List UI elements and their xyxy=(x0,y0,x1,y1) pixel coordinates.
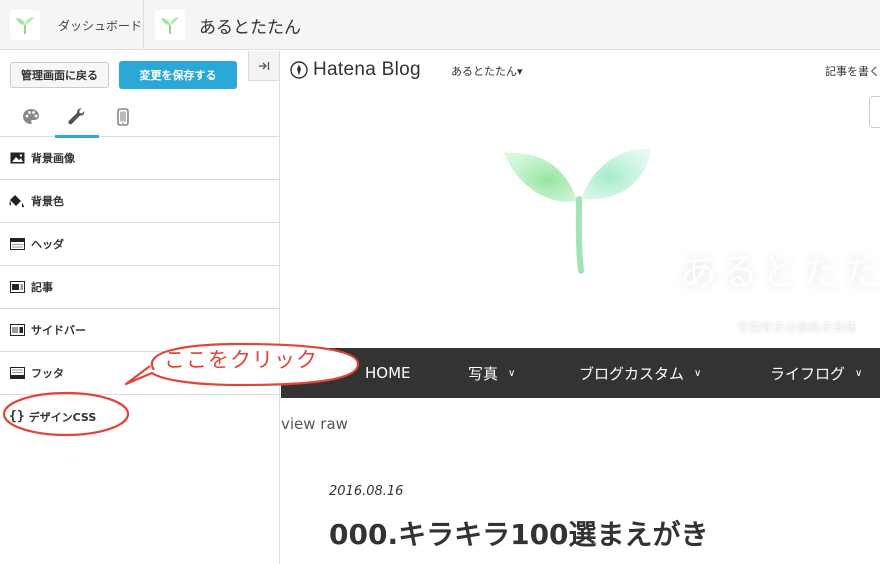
post-date[interactable]: 2016.08.16 xyxy=(329,484,403,499)
paint-bucket-icon xyxy=(9,195,25,208)
chevron-down-icon: ∨ xyxy=(694,367,702,379)
menu-item-label: フッタ xyxy=(31,367,64,380)
top-bar: ダッシュボード あるとたたん xyxy=(0,0,880,50)
smartphone-icon xyxy=(117,108,129,126)
wrench-icon xyxy=(68,108,85,125)
palette-icon xyxy=(23,109,39,124)
annotation-highlight-ellipse xyxy=(2,391,130,437)
design-tabs xyxy=(0,97,279,138)
collapse-arrow-icon xyxy=(259,61,270,70)
blog-title: あるとたたん xyxy=(199,17,301,38)
blog-sprout-icon xyxy=(155,10,185,40)
tab-customize[interactable] xyxy=(55,97,99,138)
caret-down-icon: ▾ xyxy=(517,65,523,78)
nav-item-label: 写真 xyxy=(468,364,499,383)
nav-item-label: HOME xyxy=(365,364,411,382)
chevron-down-icon: ∨ xyxy=(855,367,863,379)
nav-item-label: ライフログ xyxy=(770,364,846,383)
dashboard-label: ダッシュボード xyxy=(58,18,143,33)
blog-switcher[interactable]: あるとたたん xyxy=(145,0,301,50)
hatena-brand: Hatena Blog xyxy=(313,59,421,80)
menu-item-background-color[interactable]: 背景色 xyxy=(0,180,279,223)
menu-item-label: 背景画像 xyxy=(31,152,75,165)
header-layout-icon xyxy=(9,238,25,251)
sprout-watercolor-icon xyxy=(504,148,651,274)
nav-item-lifelog[interactable]: ライフログ ∨ xyxy=(770,348,862,398)
collapse-sidebar-button[interactable] xyxy=(248,51,279,81)
image-icon xyxy=(9,152,25,165)
view-raw-link[interactable]: view raw xyxy=(281,415,348,433)
user-menu[interactable]: あるとたたん▾ xyxy=(451,63,523,79)
blog-header: あるとたたん 写真好きの前向き日誌 xyxy=(281,89,880,348)
user-menu-label: あるとたたん xyxy=(451,65,517,78)
sidebar-layout-icon xyxy=(9,324,25,337)
write-article-link[interactable]: 記事を書く xyxy=(825,63,880,79)
hatena-blog-logo[interactable]: Hatena Blog xyxy=(290,59,421,81)
nav-item-home[interactable]: HOME xyxy=(365,348,411,398)
menu-item-label: 背景色 xyxy=(31,195,64,208)
menu-item-background-image[interactable]: 背景画像 xyxy=(0,137,279,180)
footer-layout-icon xyxy=(9,367,25,380)
nav-item-label: ブログカスタム xyxy=(579,364,685,383)
post-title[interactable]: 000.キラキラ100選まえがき xyxy=(329,513,709,553)
dashboard-link[interactable]: ダッシュボード xyxy=(0,0,144,50)
chevron-down-icon: ∨ xyxy=(508,367,516,379)
header-subtitle: 写真好きの前向き日誌 xyxy=(737,321,857,334)
save-changes-button[interactable]: 変更を保存する xyxy=(119,61,237,89)
menu-item-label: ヘッダ xyxy=(31,238,64,251)
menu-item-label: サイドバー xyxy=(31,324,86,337)
article-layout-icon xyxy=(9,281,25,294)
tab-smartphone[interactable] xyxy=(101,97,145,137)
menu-item-header[interactable]: ヘッダ xyxy=(0,223,279,266)
blog-preview: Hatena Blog あるとたたん▾ 記事を書く あるとたたん 写真好きの前向… xyxy=(281,51,880,564)
sprout-logo-icon xyxy=(10,10,40,40)
menu-item-label: 記事 xyxy=(31,281,53,294)
hatena-pen-icon xyxy=(290,61,308,79)
annotation-text: ここをクリック xyxy=(164,348,318,372)
tab-design-theme[interactable] xyxy=(9,97,53,137)
menu-item-article[interactable]: 記事 xyxy=(0,266,279,309)
header-title: あるとたたん xyxy=(679,250,880,294)
back-to-admin-button[interactable]: 管理画面に戻る xyxy=(10,62,109,88)
nav-item-blog-custom[interactable]: ブログカスタム ∨ xyxy=(579,348,701,398)
nav-item-photo[interactable]: 写真 ∨ xyxy=(468,348,515,398)
design-sidebar: 管理画面に戻る 変更を保存する 背景画像 背景色 ヘッダ 記事 サイドバー フッ… xyxy=(0,51,280,564)
global-nav: HOME 写真 ∨ ブログカスタム ∨ ライフログ ∨ xyxy=(281,348,880,398)
